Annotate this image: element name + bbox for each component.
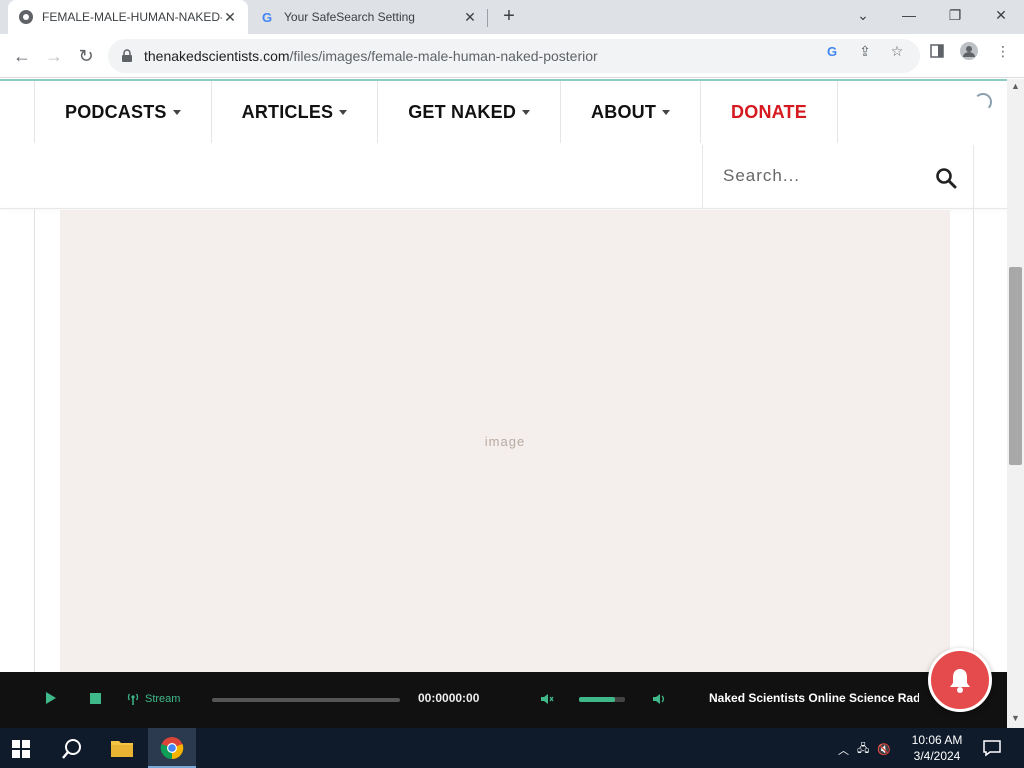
speaker-muted-icon[interactable]: 🔇 bbox=[877, 743, 891, 756]
clock-date: 3/4/2024 bbox=[913, 749, 961, 763]
browser-toolbar: ← → ↻ thenakedscientists.com/files/image… bbox=[0, 34, 1024, 78]
taskbar-search-icon[interactable] bbox=[60, 737, 84, 761]
tab-search-chevron-icon[interactable]: ⌄ bbox=[840, 0, 886, 30]
google-g-icon: G bbox=[260, 9, 276, 25]
taskbar-chrome-button[interactable] bbox=[148, 728, 196, 768]
caret-down-icon bbox=[662, 109, 671, 115]
taskbar-clock[interactable]: 10:06 AM 3/4/2024 bbox=[906, 732, 968, 764]
bookmark-star-icon[interactable]: ☆ bbox=[888, 42, 906, 60]
stream-button[interactable]: Stream bbox=[126, 692, 180, 706]
share-icon[interactable]: ⇪ bbox=[856, 42, 874, 60]
page-scrollbar[interactable]: ▲ ▼ bbox=[1007, 79, 1024, 728]
caret-down-icon bbox=[339, 109, 348, 115]
chrome-icon bbox=[160, 737, 184, 760]
nav-item-get-naked[interactable]: GET NAKED bbox=[377, 81, 560, 143]
web-page: PODCASTS ARTICLES GET NAKED ABOUT DONATE… bbox=[0, 79, 1007, 672]
back-arrow-icon[interactable]: ← bbox=[10, 44, 34, 68]
windows-start-icon[interactable] bbox=[12, 740, 30, 758]
progress-bar[interactable] bbox=[212, 698, 400, 702]
svg-text:G: G bbox=[262, 10, 272, 25]
lock-icon bbox=[122, 49, 132, 62]
notification-bell-button[interactable] bbox=[928, 648, 992, 712]
volume-slider[interactable] bbox=[579, 697, 625, 702]
tab-inactive[interactable]: G Your SafeSearch Setting ✕ bbox=[250, 0, 488, 34]
action-center-icon[interactable] bbox=[982, 738, 1002, 758]
url-text: thenakedscientists.com/files/images/fema… bbox=[144, 48, 598, 64]
caret-down-icon bbox=[522, 109, 531, 115]
mute-icon[interactable] bbox=[540, 692, 554, 706]
forward-arrow-icon[interactable]: → bbox=[42, 44, 66, 68]
audio-player: Stream 00:0000:00 Naked Scientists Onlin… bbox=[0, 672, 1007, 728]
search-input[interactable] bbox=[723, 163, 923, 189]
caret-down-icon bbox=[172, 109, 181, 115]
network-icon[interactable]: 🖧 bbox=[857, 740, 869, 759]
svg-text:G: G bbox=[827, 44, 837, 58]
nav-item-about[interactable]: ABOUT bbox=[560, 81, 700, 143]
google-lens-icon[interactable]: G bbox=[824, 42, 842, 60]
now-playing-text: Naked Scientists Online Science Radio bbox=[709, 691, 919, 705]
bell-icon bbox=[950, 669, 970, 693]
volume-max-icon[interactable] bbox=[652, 692, 666, 706]
profile-avatar-icon[interactable] bbox=[960, 42, 978, 60]
reload-icon[interactable]: ↻ bbox=[74, 44, 98, 68]
nav-item-podcasts[interactable]: PODCASTS bbox=[34, 81, 211, 143]
scroll-thumb[interactable] bbox=[1009, 267, 1022, 465]
minimize-icon[interactable]: — bbox=[886, 0, 932, 30]
loading-spinner-icon bbox=[974, 93, 992, 111]
address-bar[interactable]: thenakedscientists.com/files/images/fema… bbox=[108, 39, 920, 73]
file-explorer-icon[interactable] bbox=[110, 738, 134, 758]
scroll-down-arrow-icon[interactable]: ▼ bbox=[1010, 713, 1021, 724]
tab-separator bbox=[487, 9, 488, 27]
volume-level bbox=[579, 697, 615, 702]
side-panel-icon[interactable] bbox=[928, 42, 946, 60]
tab-active[interactable]: FEMALE-MALE-HUMAN-NAKED-POSTERIOR ✕ bbox=[8, 0, 248, 34]
tab-close-icon[interactable]: ✕ bbox=[462, 9, 478, 25]
restore-icon[interactable]: ❐ bbox=[932, 0, 978, 30]
site-search bbox=[702, 145, 974, 209]
article-image: image bbox=[60, 210, 950, 672]
system-tray: ︿ 🖧 🔇 bbox=[838, 740, 891, 759]
stream-label: Stream bbox=[145, 693, 181, 705]
new-tab-button[interactable]: + bbox=[498, 5, 520, 27]
tab-close-icon[interactable]: ✕ bbox=[222, 9, 238, 25]
tab-title: Your SafeSearch Setting bbox=[284, 10, 415, 24]
stop-icon[interactable] bbox=[90, 693, 101, 704]
chevron-up-icon[interactable]: ︿ bbox=[838, 742, 849, 758]
naked-scientists-favicon-icon bbox=[18, 9, 34, 25]
tab-title: FEMALE-MALE-HUMAN-NAKED-POSTERIOR bbox=[42, 10, 222, 24]
main-nav: PODCASTS ARTICLES GET NAKED ABOUT DONATE bbox=[34, 81, 838, 143]
nav-item-articles[interactable]: ARTICLES bbox=[210, 81, 378, 143]
kebab-menu-icon[interactable]: ⋮ bbox=[994, 42, 1012, 60]
clock-time: 10:06 AM bbox=[911, 733, 963, 747]
tab-strip: FEMALE-MALE-HUMAN-NAKED-POSTERIOR ✕ G Yo… bbox=[0, 0, 1024, 34]
play-icon[interactable] bbox=[46, 692, 56, 704]
windows-taskbar: ︿ 🖧 🔇 10:06 AM 3/4/2024 bbox=[0, 728, 1024, 768]
search-icon[interactable] bbox=[935, 167, 957, 189]
player-time: 00:0000:00 bbox=[418, 691, 480, 705]
antenna-icon bbox=[127, 693, 139, 705]
nav-item-donate[interactable]: DONATE bbox=[700, 81, 838, 143]
scroll-up-arrow-icon[interactable]: ▲ bbox=[1010, 81, 1021, 92]
close-icon[interactable]: ✕ bbox=[978, 0, 1024, 30]
